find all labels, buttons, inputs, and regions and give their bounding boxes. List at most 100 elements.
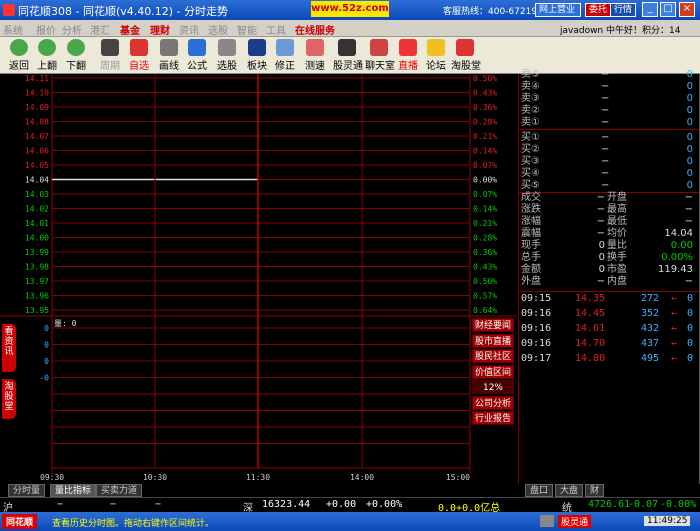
toolbar-blocks[interactable]: 板块 xyxy=(243,39,271,72)
pct-label: 0.28% xyxy=(473,234,497,243)
toolbar-person[interactable]: 股灵通 xyxy=(333,39,363,72)
buy-row[interactable]: 买① − 0 xyxy=(521,132,697,144)
sell-row[interactable]: 卖⑤ − 0 xyxy=(521,69,697,81)
sh-dash-1: − xyxy=(57,499,64,510)
tick-p: 14.35 xyxy=(575,293,606,304)
price-label: 14.00 xyxy=(25,234,49,243)
sell-p: − xyxy=(601,105,610,116)
stat-value: 0 xyxy=(598,252,605,263)
menu-item-8[interactable]: 智能 xyxy=(237,22,257,37)
toolbar-select[interactable]: 选股 xyxy=(213,39,241,72)
stat-value: 0 xyxy=(598,264,605,275)
lock-icon[interactable] xyxy=(540,515,554,527)
toolbar-back[interactable]: 返回 xyxy=(5,39,33,72)
close-icon[interactable]: × xyxy=(679,2,695,17)
side-button-3[interactable]: 价值区间 xyxy=(472,364,514,379)
side-button-1[interactable]: 股市直播 xyxy=(472,333,514,348)
vtab-news[interactable]: 看资讯 xyxy=(2,324,16,372)
pct-label: 0.07% xyxy=(473,190,497,199)
tick-t: 09:16 xyxy=(521,323,552,334)
tab-buy-sell[interactable]: 买卖力道 xyxy=(96,484,143,497)
toolbar-label: 股灵通 xyxy=(333,61,363,72)
hotline-text: 客服热线：400-6721988 xyxy=(443,7,549,17)
a-value: 4726.61 xyxy=(588,499,631,510)
intraday-chart[interactable]: 14.11 0.50% 14.10 0.43% 14.09 0.36% 14.08 0.28%… xyxy=(0,74,516,484)
toolbar-down[interactable]: 下翻 xyxy=(62,39,90,72)
tab-volume[interactable]: 分时量 xyxy=(8,484,46,497)
toolbar-bulb[interactable]: 论坛 xyxy=(422,39,450,72)
speed-icon xyxy=(306,39,324,56)
side-button-2[interactable]: 股民社区 xyxy=(472,349,514,363)
side-button-5[interactable]: 公司分析 xyxy=(472,395,514,410)
toolbar-up[interactable]: 上翻 xyxy=(33,39,61,72)
tick-d: ← xyxy=(671,323,678,334)
buy-row[interactable]: 买③ − 0 xyxy=(521,156,697,168)
menu-item-1[interactable]: 报价 xyxy=(36,22,56,37)
buy-row[interactable]: 买④ − 0 xyxy=(521,168,697,180)
menu-item-2[interactable]: 分析 xyxy=(62,22,82,37)
toolbar-label: 公式 xyxy=(187,61,207,72)
buy-row[interactable]: 买⑤ − 0 xyxy=(521,180,697,192)
tab-market[interactable]: 大盘 xyxy=(555,484,584,497)
gulingtong-chip[interactable]: 股灵通 xyxy=(558,515,592,528)
site-banner[interactable]: www.52z.com xyxy=(311,1,389,17)
toolbar-f8[interactable]: 周期 xyxy=(96,39,124,72)
toolbar-pen[interactable]: 画线 xyxy=(155,39,183,72)
tab-volume-ratio[interactable]: 量比指标 xyxy=(50,484,97,497)
menu-item-7[interactable]: 选股 xyxy=(208,22,228,37)
side-button-0[interactable]: 财经要闻 xyxy=(472,318,514,332)
tick-p: 14.45 xyxy=(575,308,606,319)
sell-row[interactable]: 卖① − 0 xyxy=(521,117,697,129)
star-icon xyxy=(130,39,148,56)
menu-item-10[interactable]: 在线服务 xyxy=(295,22,335,37)
stat-label: 市盈 xyxy=(607,264,627,275)
menu-item-3[interactable]: 港汇 xyxy=(90,22,110,37)
menu-item-5[interactable]: 理财 xyxy=(150,22,170,37)
menu-item-0[interactable]: 系统 xyxy=(3,22,23,37)
tab-orderbook[interactable]: 盘口 xyxy=(525,484,554,497)
tick-d: ← xyxy=(671,338,678,349)
side-button-4[interactable]: 12% xyxy=(472,380,514,394)
tab-finance[interactable]: 财 xyxy=(585,484,605,497)
menu-item-9[interactable]: 工具 xyxy=(266,22,286,37)
menu-item-6[interactable]: 资讯 xyxy=(179,22,199,37)
side-button-6[interactable]: 行业报告 xyxy=(472,411,514,425)
price-label: 13.96 xyxy=(25,292,49,301)
volume-title: 量: 0 xyxy=(54,319,77,328)
toolbar-label: 修正 xyxy=(275,61,295,72)
toolbar-live[interactable]: 直播 xyxy=(394,39,422,72)
vtab-taogutang[interactable]: 淘股堂 xyxy=(2,379,16,419)
toolbar-star[interactable]: 自选 xyxy=(125,39,153,72)
price-label: 14.07 xyxy=(25,132,49,141)
time-label: 10:30 xyxy=(143,473,167,482)
toolbar-house[interactable]: 聊天室 xyxy=(365,39,395,72)
buy-k: 买② xyxy=(521,144,540,155)
sell-row[interactable]: 卖④ − 0 xyxy=(521,81,697,93)
sell-row[interactable]: 卖② − 0 xyxy=(521,105,697,117)
price-label: 14.05 xyxy=(25,161,49,170)
pct-label: 0.14% xyxy=(473,205,497,214)
stat-row: 涨幅 − 最低 − xyxy=(521,216,697,228)
tick-z: 0 xyxy=(686,353,693,364)
minimize-icon[interactable]: _ xyxy=(642,2,658,17)
quote-button[interactable]: 行情 xyxy=(610,3,637,17)
entrust-button[interactable]: 委托 xyxy=(585,3,612,17)
time-label: 15:00 xyxy=(446,473,470,482)
toolbar-formula[interactable]: 公式 xyxy=(183,39,211,72)
menu-item-4[interactable]: 基金 xyxy=(120,22,140,37)
index-bar: 沪 − − − 深 16323.44 +0.00 +0.00% 0.0+0.0亿… xyxy=(0,497,700,514)
online-trade-button[interactable]: 网上营业 xyxy=(535,3,581,17)
buy-p: − xyxy=(601,144,610,155)
buy-p: − xyxy=(601,180,610,191)
price-label: 14.06 xyxy=(25,147,49,156)
toolbar-label: 板块 xyxy=(247,61,267,72)
tick-z: 0 xyxy=(686,308,693,319)
maximize-icon[interactable]: □ xyxy=(660,2,676,17)
toolbar-cup[interactable]: 淘股堂 xyxy=(451,39,481,72)
buy-row[interactable]: 买② − 0 xyxy=(521,144,697,156)
toolbar-gear[interactable]: 修正 xyxy=(271,39,299,72)
brand-label[interactable]: 同花顺 xyxy=(2,514,38,529)
sell-row[interactable]: 卖③ − 0 xyxy=(521,93,697,105)
toolbar-label: 画线 xyxy=(159,61,179,72)
toolbar-speed[interactable]: 测速 xyxy=(301,39,329,72)
